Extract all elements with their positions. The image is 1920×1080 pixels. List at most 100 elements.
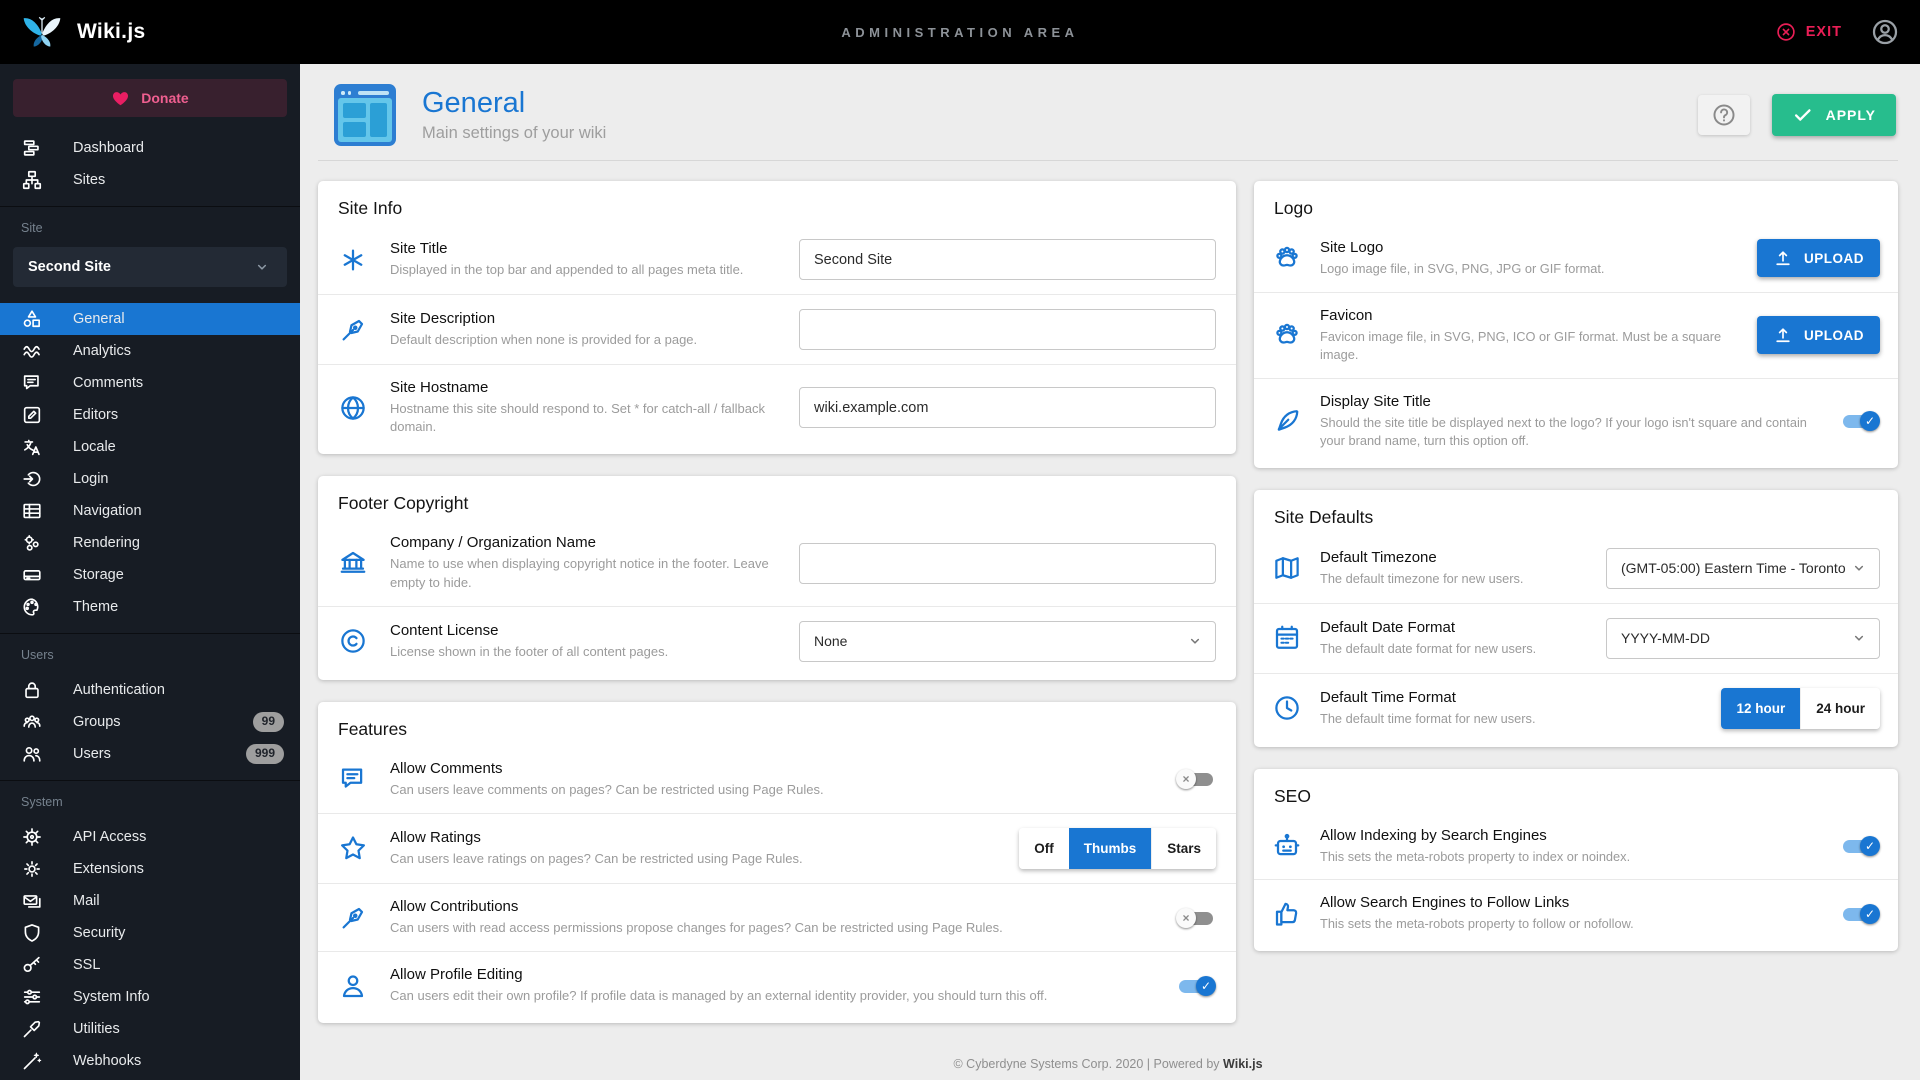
login-icon [21, 468, 43, 490]
apply-button[interactable]: APPLY [1771, 94, 1896, 136]
sidebar-item-comments[interactable]: Comments [0, 367, 300, 399]
question-icon [1711, 102, 1737, 128]
brand[interactable]: Wiki.js [20, 10, 300, 54]
card-title: Features [338, 718, 408, 739]
select-value: None [814, 633, 848, 650]
ratings-off-button[interactable]: Off [1019, 827, 1069, 869]
sidebar-item-locale[interactable]: Locale [0, 431, 300, 463]
setting-desc: Can users with read access permissions p… [390, 919, 1003, 935]
upload-label: UPLOAD [1804, 327, 1864, 343]
time-format-24h-button[interactable]: 24 hour [1800, 687, 1880, 729]
groups-count-badge: 99 [252, 712, 284, 732]
sidebar-item-navigation[interactable]: Navigation [0, 495, 300, 527]
company-name-row: Company / Organization Name Name to use … [318, 520, 1236, 605]
setting-desc: Logo image file, in SVG, PNG, JPG or GIF… [1320, 261, 1605, 276]
sidebar-item-api-access[interactable]: API Access [0, 821, 300, 853]
sidebar-item-label: Groups [73, 714, 121, 730]
time-format-12h-button[interactable]: 12 hour [1721, 687, 1801, 729]
site-defaults-card: Site Defaults Default Timezone The defau… [1254, 489, 1898, 747]
globe-icon [338, 393, 368, 423]
favicon-upload-button[interactable]: UPLOAD [1757, 316, 1880, 355]
site-title-input[interactable] [799, 239, 1216, 280]
comment-icon [338, 764, 368, 794]
sidebar-item-system-info[interactable]: System Info [0, 981, 300, 1013]
setting-desc: This sets the meta-robots property to in… [1320, 848, 1631, 864]
setting-label: Company / Organization Name [390, 534, 596, 552]
sidebar: Donate Dashboard Sites Site Second Site … [0, 64, 300, 1080]
sidebar-item-label: Sites [73, 172, 106, 188]
allow-profile-editing-toggle[interactable]: ✓ [1176, 975, 1216, 997]
sidebar-item-label: API Access [73, 829, 147, 845]
allow-follow-links-toggle[interactable]: ✓ [1840, 903, 1880, 925]
sidebar-item-authentication[interactable]: Authentication [0, 674, 300, 706]
sidebar-item-analytics[interactable]: Analytics [0, 335, 300, 367]
sidebar-item-groups[interactable]: Groups 99 [0, 706, 300, 738]
table-icon [21, 500, 43, 522]
site-logo-upload-button[interactable]: UPLOAD [1757, 239, 1880, 278]
sidebar-item-label: Users [73, 746, 111, 762]
sidebar-item-login[interactable]: Login [0, 463, 300, 495]
card-title: Site Defaults [1274, 506, 1374, 527]
sidebar-item-label: Comments [73, 375, 144, 391]
setting-label: Site Description [390, 309, 496, 327]
sidebar-item-sites[interactable]: Sites [0, 164, 300, 196]
default-timezone-select[interactable]: (GMT-05:00) Eastern Time - Toronto [1606, 547, 1880, 589]
main-content: General Main settings of your wiki APPLY… [300, 64, 1920, 1080]
donate-button[interactable]: Donate [13, 79, 287, 117]
sidebar-item-editors[interactable]: Editors [0, 399, 300, 431]
page-title: General [422, 87, 526, 119]
sidebar-item-label: Mail [73, 893, 100, 909]
company-name-input[interactable] [799, 542, 1216, 584]
exit-button[interactable]: EXIT [1775, 21, 1842, 43]
pencil-box-icon [21, 404, 43, 426]
sidebar-item-theme[interactable]: Theme [0, 591, 300, 623]
site-description-row: Site Description Default description whe… [318, 294, 1236, 364]
sidebar-item-label: Editors [73, 407, 119, 423]
sidebar-item-utilities[interactable]: Utilities [0, 1013, 300, 1045]
site-selector[interactable]: Second Site [13, 247, 287, 287]
ratings-mode-segment: Off Thumbs Stars [1019, 827, 1216, 869]
site-logo-row: Site Logo Logo image file, in SVG, PNG, … [1254, 225, 1898, 292]
help-button[interactable] [1697, 95, 1750, 135]
setting-label: Site Title [390, 239, 448, 257]
sidebar-item-general[interactable]: General [0, 303, 300, 335]
sidebar-item-extensions[interactable]: Extensions [0, 853, 300, 885]
site-hostname-input[interactable] [799, 387, 1216, 429]
setting-label: Default Date Format [1320, 618, 1456, 636]
shapes-icon [21, 308, 43, 330]
sidebar-item-users[interactable]: Users 999 [0, 738, 300, 770]
sidebar-item-dashboard[interactable]: Dashboard [0, 132, 300, 164]
sidebar-item-mail[interactable]: Mail [0, 885, 300, 917]
allow-indexing-toggle[interactable]: ✓ [1840, 835, 1880, 857]
default-date-format-select[interactable]: YYYY-MM-DD [1606, 617, 1880, 659]
sidebar-item-label: Analytics [73, 343, 132, 359]
chevron-down-icon [1849, 628, 1869, 648]
check-icon [1792, 104, 1814, 126]
content-license-select[interactable]: None [799, 620, 1216, 662]
allow-contributions-toggle[interactable]: × [1176, 907, 1216, 929]
display-site-title-toggle[interactable]: ✓ [1840, 410, 1880, 432]
powered-by-link[interactable]: Wiki.js [1223, 1057, 1262, 1071]
setting-desc: Can users edit their own profile? If pro… [390, 988, 1048, 1004]
browser-window-icon [334, 84, 396, 146]
setting-desc: The default time format for new users. [1320, 710, 1536, 726]
sidebar-item-label: Storage [73, 567, 124, 583]
sidebar-item-storage[interactable]: Storage [0, 559, 300, 591]
two-users-icon [21, 743, 43, 765]
setting-label: Allow Comments [390, 759, 503, 777]
sidebar-item-label: Navigation [73, 503, 142, 519]
sidebar-item-security[interactable]: Security [0, 917, 300, 949]
sidebar-item-webhooks[interactable]: Webhooks [0, 1045, 300, 1077]
account-icon[interactable] [1870, 17, 1900, 47]
ratings-stars-button[interactable]: Stars [1151, 827, 1216, 869]
sidebar-item-rendering[interactable]: Rendering [0, 527, 300, 559]
ratings-thumbs-button[interactable]: Thumbs [1068, 827, 1152, 869]
sidebar-item-ssl[interactable]: SSL [0, 949, 300, 981]
default-date-format-row: Default Date Format The default date for… [1254, 602, 1898, 673]
wand-icon [21, 1050, 43, 1072]
content-license-row: Content License License shown in the foo… [318, 605, 1236, 676]
card-title: Footer Copyright [338, 493, 469, 514]
allow-ratings-row: Allow Ratings Can users leave ratings on… [318, 812, 1236, 883]
allow-comments-toggle[interactable]: × [1176, 768, 1216, 790]
site-description-input[interactable] [799, 309, 1216, 350]
